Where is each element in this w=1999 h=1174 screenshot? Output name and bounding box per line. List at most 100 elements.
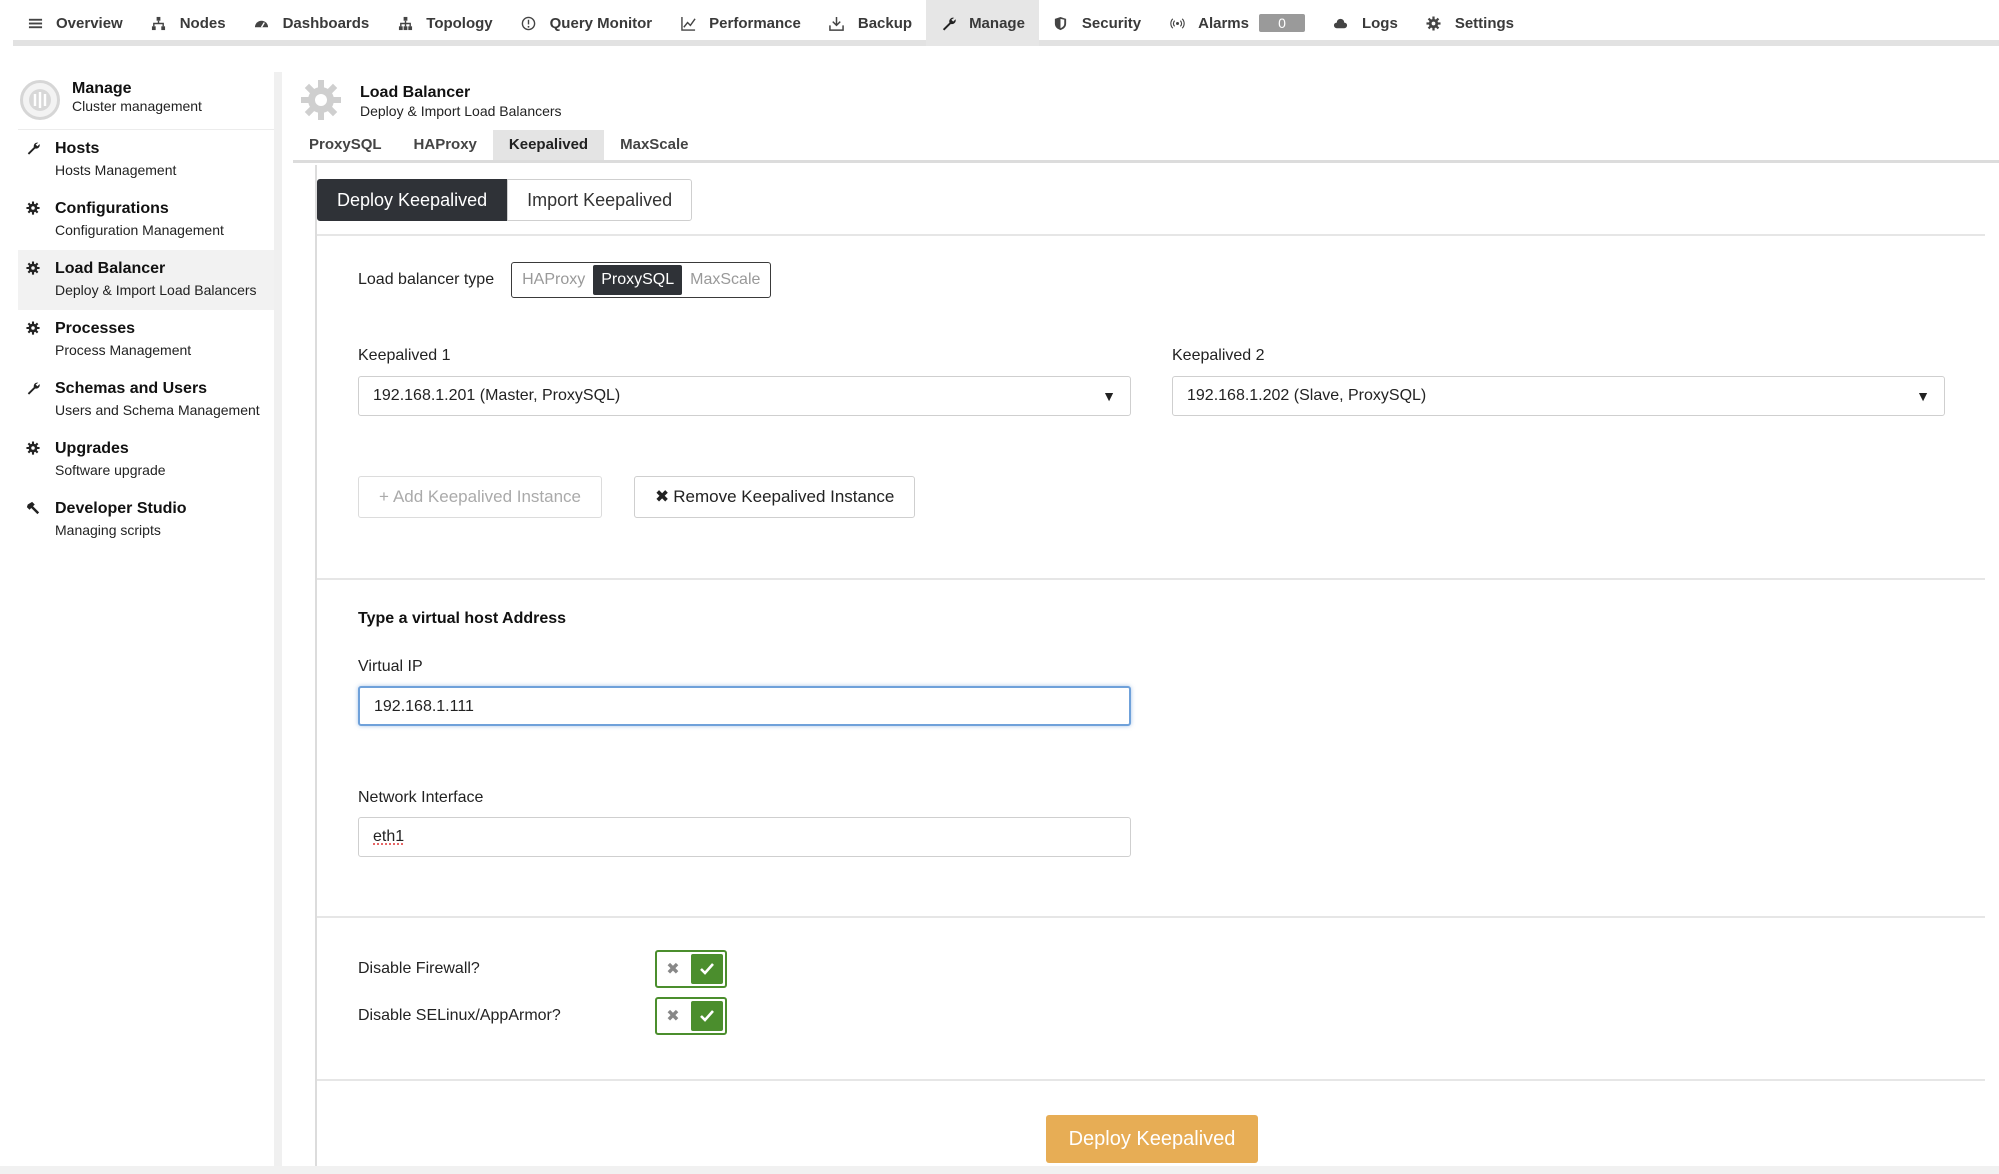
import-keepalived-tab[interactable]: Import Keepalived: [507, 179, 693, 221]
sidebar-item-developer-studio[interactable]: Developer Studio Managing scripts: [18, 490, 274, 550]
keepalived2-label: Keepalived 2: [1172, 347, 1265, 364]
lb-type-maxscale[interactable]: MaxScale: [682, 265, 768, 295]
keepalived1-select[interactable]: 192.168.1.201 (Master, ProxySQL) ▼: [358, 376, 1131, 416]
sidebar-item-desc: Users and Schema Management: [55, 402, 260, 418]
mode-tabs: Deploy Keepalived Import Keepalived: [317, 179, 693, 221]
add-instance-label: Add Keepalived Instance: [392, 487, 582, 506]
nav-query-monitor-label: Query Monitor: [549, 14, 653, 32]
wrench-icon: [27, 142, 40, 155]
virtual-ip-input[interactable]: 192.168.1.111: [358, 686, 1131, 726]
nav-query-monitor[interactable]: Query Monitor: [507, 0, 667, 46]
keepalived-panel: Deploy Keepalived Import Keepalived Load…: [315, 165, 1985, 1174]
dashboard-icon: [254, 15, 270, 31]
nav-settings[interactable]: Settings: [1412, 0, 1528, 46]
lb-type-proxysql[interactable]: ProxySQL: [593, 265, 683, 295]
sidebar-item-desc: Software upgrade: [55, 462, 166, 478]
nav-security[interactable]: Security: [1039, 0, 1155, 46]
nav-alarms[interactable]: Alarms 0: [1155, 0, 1319, 46]
lb-type-selector: HAProxy ProxySQL MaxScale: [511, 262, 772, 298]
nav-topology-label: Topology: [426, 14, 493, 32]
deploy-keepalived-button[interactable]: Deploy Keepalived: [1046, 1115, 1258, 1163]
lb-type-label: Load balancer type: [358, 271, 495, 288]
caret-down-icon: ▼: [1102, 388, 1116, 404]
nav-overview-label: Overview: [56, 14, 123, 32]
gear-icon: [26, 321, 40, 335]
remove-keepalived-instance-button[interactable]: ✖ Remove Keepalived Instance: [634, 476, 916, 518]
close-icon: ✖: [655, 487, 670, 506]
nav-overview[interactable]: Overview: [13, 0, 137, 46]
tab-keepalived[interactable]: Keepalived: [492, 130, 605, 160]
keepalived1-label: Keepalived 1: [358, 347, 451, 364]
gear-icon: [26, 261, 40, 275]
tab-haproxy[interactable]: HAProxy: [398, 130, 493, 160]
divider: [317, 234, 1985, 236]
sidebar-subtitle: Cluster management: [72, 98, 202, 114]
network-interface-label: Network Interface: [358, 789, 484, 806]
nav-nodes[interactable]: Nodes: [137, 0, 240, 46]
sidebar-item-label: Developer Studio: [55, 500, 187, 517]
sidebar-item-label: Load Balancer: [55, 260, 166, 277]
page-title: Load Balancer: [360, 84, 471, 101]
load-balancer-tabs: ProxySQL HAProxy Keepalived MaxScale: [293, 130, 1999, 163]
sidebar-item-desc: Managing scripts: [55, 522, 161, 538]
nav-logs[interactable]: Logs: [1319, 0, 1412, 46]
sidebar-item-label: Upgrades: [55, 440, 129, 457]
gear-icon: [26, 201, 40, 215]
network-interface-input[interactable]: eth1: [358, 817, 1131, 857]
query-monitor-icon: [521, 15, 537, 31]
remove-instance-label: Remove Keepalived Instance: [673, 487, 895, 506]
add-keepalived-instance-button[interactable]: + Add Keepalived Instance: [358, 476, 603, 518]
lb-type-haproxy[interactable]: HAProxy: [514, 265, 593, 295]
sidebar-title: Manage: [72, 80, 132, 97]
disable-selinux-row: Disable SELinux/AppArmor? ✖: [358, 997, 727, 1035]
sidebar-item-schemas-and-users[interactable]: Schemas and Users Users and Schema Manag…: [18, 370, 274, 430]
topology-icon: [397, 15, 413, 31]
disable-firewall-toggle[interactable]: ✖: [655, 950, 727, 988]
nodes-icon: [151, 15, 167, 31]
keepalived1-value: 192.168.1.201 (Master, ProxySQL): [373, 387, 621, 404]
sidebar-item-configurations[interactable]: Configurations Configuration Management: [18, 190, 274, 250]
divider: [317, 916, 1985, 918]
wrench-icon: [940, 15, 956, 31]
sidebar-item-hosts[interactable]: Hosts Hosts Management: [18, 130, 274, 190]
disable-selinux-toggle[interactable]: ✖: [655, 997, 727, 1035]
nav-dashboards[interactable]: Dashboards: [240, 0, 384, 46]
nav-backup[interactable]: Backup: [815, 0, 926, 46]
nav-performance[interactable]: Performance: [666, 0, 815, 46]
nav-alarms-label: Alarms: [1198, 14, 1249, 32]
plus-icon: +: [379, 487, 389, 506]
nav-manage-label: Manage: [969, 14, 1025, 32]
sidebar-item-processes[interactable]: Processes Process Management: [18, 310, 274, 370]
check-icon: [691, 1001, 723, 1031]
tab-proxysql[interactable]: ProxySQL: [293, 130, 398, 160]
network-interface-value: eth1: [373, 828, 405, 845]
backup-icon: [829, 15, 845, 31]
disable-firewall-label: Disable Firewall?: [358, 960, 480, 977]
gear-icon: [1426, 15, 1442, 31]
sidebar-item-desc: Deploy & Import Load Balancers: [55, 282, 257, 298]
lb-type-row: Load balancer type HAProxy ProxySQL MaxS…: [358, 262, 772, 298]
virtual-ip-value: 192.168.1.111: [374, 698, 474, 715]
sidebar-item-label: Hosts: [55, 140, 100, 157]
virtual-ip-label: Virtual IP: [358, 658, 423, 675]
close-icon: ✖: [666, 1008, 680, 1025]
alarms-count-badge: 0: [1258, 14, 1305, 32]
gear-icon: [26, 441, 40, 455]
wrench-icon: [27, 382, 40, 395]
nav-manage[interactable]: Manage: [926, 0, 1039, 46]
check-icon: [691, 954, 723, 984]
keepalived2-value: 192.168.1.202 (Slave, ProxySQL): [1187, 387, 1427, 404]
deploy-keepalived-tab[interactable]: Deploy Keepalived: [317, 179, 508, 221]
nav-topology[interactable]: Topology: [383, 0, 506, 46]
sidebar-item-load-balancer[interactable]: Load Balancer Deploy & Import Load Balan…: [18, 250, 274, 310]
page-subtitle: Deploy & Import Load Balancers: [360, 103, 562, 119]
keepalived2-select[interactable]: 192.168.1.202 (Slave, ProxySQL) ▼: [1172, 376, 1945, 416]
disable-selinux-label: Disable SELinux/AppArmor?: [358, 1007, 561, 1024]
nav-settings-label: Settings: [1454, 14, 1515, 32]
caret-down-icon: ▼: [1916, 388, 1930, 404]
tab-maxscale[interactable]: MaxScale: [604, 130, 704, 160]
disable-firewall-row: Disable Firewall? ✖: [358, 950, 727, 988]
sidebar-item-upgrades[interactable]: Upgrades Software upgrade: [18, 430, 274, 490]
menu-icon: [27, 15, 43, 31]
nav-security-label: Security: [1081, 14, 1142, 32]
